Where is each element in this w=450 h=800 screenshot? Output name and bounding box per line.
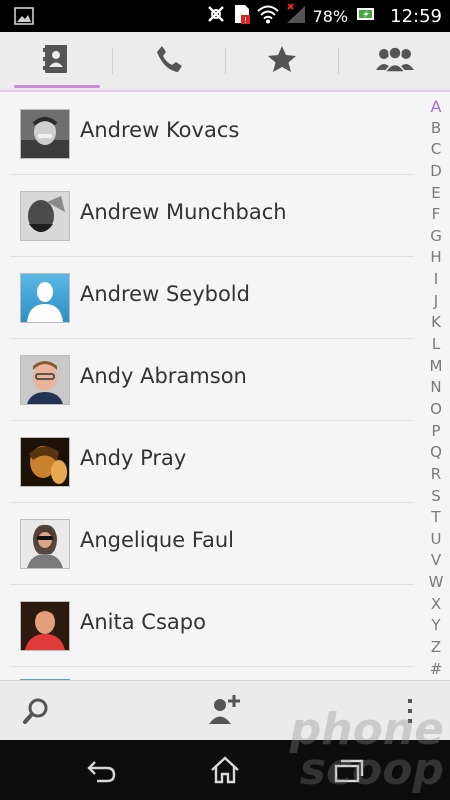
contact-name: Angelique Faul (80, 528, 234, 552)
index-letter[interactable]: P (422, 421, 450, 443)
contact-name: Andrew Munchbach (80, 200, 287, 224)
tab-bar (0, 32, 450, 91)
contact-photo (20, 191, 70, 241)
index-letter[interactable]: # (422, 659, 450, 681)
index-letter[interactable]: C (422, 139, 450, 161)
index-letter[interactable]: X (422, 594, 450, 616)
index-letter[interactable]: U (422, 529, 450, 551)
contact-row[interactable]: Angelique Faul (10, 503, 414, 585)
back-icon[interactable] (85, 756, 117, 788)
index-letter[interactable]: Q (422, 442, 450, 464)
contact-row[interactable]: Andrew Kovacs (10, 93, 414, 175)
contact-row[interactable]: Andrew Seybold (10, 257, 414, 339)
index-letter[interactable]: K (422, 312, 450, 334)
contact-row[interactable]: Anita Csapo (10, 585, 414, 667)
contact-name: Andrew Seybold (80, 282, 250, 306)
gallery-notification-icon (14, 7, 34, 29)
tab-favorites[interactable] (226, 32, 338, 90)
contact-name: Andy Abramson (80, 364, 247, 388)
tab-contacts[interactable] (0, 32, 112, 90)
nfc-off-icon (205, 3, 227, 29)
tab-groups[interactable] (339, 32, 450, 90)
index-letter[interactable]: N (422, 377, 450, 399)
alphabet-index[interactable]: A B C D E F G H I J K L M N O P Q R S T U V W X Y Z # (422, 96, 450, 680)
active-tab-indicator (14, 85, 100, 88)
tab-bar-divider (0, 90, 450, 92)
status-bar: ! 78% 12:59 (0, 0, 450, 32)
contact-row[interactable]: Andrew Munchbach (10, 175, 414, 257)
groups-icon (375, 46, 415, 76)
index-letter[interactable]: Y (422, 615, 450, 637)
index-letter[interactable]: S (422, 486, 450, 508)
home-icon[interactable] (210, 756, 240, 788)
add-contact-icon[interactable] (208, 693, 242, 729)
clock: 12:59 (390, 5, 442, 27)
contact-name: Andrew Kovacs (80, 118, 240, 142)
svg-text:!: ! (243, 16, 246, 25)
index-letter[interactable]: D (422, 161, 450, 183)
index-letter[interactable]: W (422, 572, 450, 594)
index-letter[interactable]: R (422, 464, 450, 486)
phone-icon (154, 44, 184, 78)
battery-percent: 78% (312, 6, 349, 26)
wifi-icon (256, 4, 279, 28)
index-letter[interactable]: M (422, 356, 450, 378)
contact-photo (20, 109, 70, 159)
index-letter[interactable]: V (422, 550, 450, 572)
contact-name: Andy Pray (80, 446, 187, 470)
watermark-logo: scoop (299, 744, 444, 795)
contact-photo (20, 437, 70, 487)
contact-photo (20, 601, 70, 651)
index-letter[interactable]: T (422, 507, 450, 529)
search-icon[interactable] (22, 697, 50, 729)
contacts-book-icon (43, 44, 69, 78)
contact-row[interactable]: Andy Abramson (10, 339, 414, 421)
index-letter[interactable]: B (422, 118, 450, 140)
index-letter[interactable]: Z (422, 637, 450, 659)
index-letter[interactable]: F (422, 204, 450, 226)
contact-list[interactable]: Andrew Kovacs Andrew Munchbach Andrew Se… (0, 93, 414, 680)
index-letter[interactable]: L (422, 334, 450, 356)
default-contact-avatar (20, 273, 70, 323)
tab-phone[interactable] (113, 32, 225, 90)
contact-row[interactable]: Andy Pray (10, 421, 414, 503)
index-letter[interactable]: G (422, 226, 450, 248)
contact-photo (20, 519, 70, 569)
signal-icon (285, 3, 307, 28)
index-letter[interactable]: E (422, 183, 450, 205)
index-letter[interactable]: A (422, 96, 450, 118)
star-icon (267, 45, 297, 77)
index-letter[interactable]: O (422, 399, 450, 421)
index-letter[interactable]: I (422, 269, 450, 291)
sim-warning-icon: ! (233, 3, 251, 29)
battery-charging-icon (356, 6, 376, 26)
contact-row[interactable] (10, 667, 414, 680)
contact-photo (20, 355, 70, 405)
index-letter[interactable]: H (422, 247, 450, 269)
contact-name: Anita Csapo (80, 610, 206, 634)
index-letter[interactable]: J (422, 291, 450, 313)
